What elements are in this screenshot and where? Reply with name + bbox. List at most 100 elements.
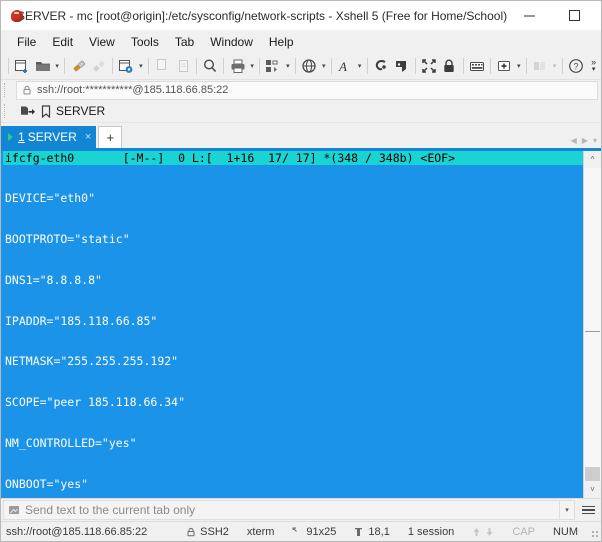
- toolbar-separator: [8, 58, 9, 74]
- editor-line: DNS1="8.8.8.8": [5, 272, 102, 287]
- menu-tab[interactable]: Tab: [167, 32, 202, 52]
- status-transfer: [463, 527, 503, 537]
- menu-file[interactable]: File: [9, 32, 44, 52]
- send-text-input[interactable]: Send text to the current tab only: [3, 500, 560, 520]
- terminal-scrollbar[interactable]: ^ ˅: [583, 151, 601, 498]
- minimize-button[interactable]: [507, 1, 552, 30]
- toolbar-separator: [223, 58, 225, 74]
- toolbar-overflow-chevrons: »: [591, 57, 597, 67]
- send-text-dropdown-icon[interactable]: ▾: [560, 500, 575, 520]
- toolbar-separator: [490, 58, 492, 74]
- menu-window[interactable]: Window: [202, 32, 261, 52]
- toolbar-separator: [295, 58, 297, 74]
- tab-server[interactable]: 1 SERVER ×: [1, 126, 97, 148]
- status-sessions-label: 1 session: [407, 525, 455, 538]
- send-text-placeholder: Send text to the current tab only: [25, 503, 196, 517]
- scroll-down-icon[interactable]: ˅: [584, 481, 601, 498]
- window-title: SERVER - mc [root@origin]:/etc/sysconfig…: [17, 8, 508, 23]
- editor-line: IPADDR="185.118.66.85": [5, 313, 158, 328]
- hamburger-menu-icon[interactable]: [577, 500, 599, 520]
- connect-icon[interactable]: [68, 55, 89, 77]
- scrollbar-thumb[interactable]: [585, 467, 600, 481]
- bookmark-bar-grip[interactable]: [4, 104, 12, 118]
- address-bar-grip[interactable]: [4, 83, 12, 97]
- paste-icon: [173, 55, 194, 77]
- mc-editor-content[interactable]: DEVICE="eth0" BOOTPROTO="static" DNS1="8…: [3, 165, 583, 498]
- keyboard-icon[interactable]: [467, 55, 488, 77]
- tab-prev-icon[interactable]: ◀: [571, 136, 577, 145]
- bookmark-icon: [41, 104, 51, 118]
- lock-icon: [22, 85, 32, 95]
- status-protocol: SSH2: [177, 526, 238, 538]
- scroll-up-icon[interactable]: ^: [584, 151, 601, 168]
- status-num: NUM: [552, 525, 578, 538]
- menu-tools[interactable]: Tools: [123, 32, 167, 52]
- cursor-icon: [355, 527, 363, 536]
- xshell-window: SERVER - mc [root@origin]:/etc/sysconfig…: [0, 0, 602, 542]
- status-bar: ssh://root@185.118.66.85:22 SSH2 xterm 9…: [1, 521, 601, 541]
- session-properties-icon[interactable]: [116, 55, 137, 77]
- tab-close-icon[interactable]: ×: [85, 132, 91, 143]
- lock-icon[interactable]: [439, 55, 460, 77]
- maximize-button[interactable]: [552, 1, 597, 30]
- tab-label: SERVER: [27, 130, 77, 144]
- add-tab-caret-icon[interactable]: ▾: [515, 55, 523, 77]
- scrollbar-track[interactable]: [584, 168, 601, 481]
- toolbar-overflow-icon[interactable]: » ▾: [586, 53, 601, 79]
- editor-line: NETMASK="255.255.255.192": [5, 354, 179, 369]
- arrange-caret-icon: ▾: [552, 63, 557, 70]
- size-icon: [292, 527, 298, 532]
- font-icon[interactable]: A: [335, 55, 356, 77]
- download-arrow-icon: [486, 527, 493, 536]
- upload-arrow-icon: [473, 527, 480, 536]
- status-size: 91x25: [283, 526, 345, 538]
- send-text-bar: Send text to the current tab only ▾: [1, 498, 601, 521]
- resize-grip[interactable]: [587, 526, 599, 538]
- compose-bar-icon[interactable]: [391, 55, 412, 77]
- bookmark-bar: SERVER: [1, 100, 601, 123]
- editor-line: ONBOOT="yes": [5, 476, 89, 491]
- add-tab-icon[interactable]: [494, 55, 515, 77]
- disconnect-icon: [89, 55, 110, 77]
- help-icon[interactable]: ?: [566, 55, 587, 77]
- print-icon[interactable]: [227, 55, 248, 77]
- status-cursor-label: 18,1: [368, 525, 390, 538]
- tunneling-icon[interactable]: [299, 55, 320, 77]
- new-tab-button[interactable]: +: [98, 126, 123, 148]
- status-caps: CAP: [512, 525, 535, 538]
- status-terminal-type: xterm: [238, 526, 284, 538]
- open-session-folder-icon[interactable]: [16, 101, 38, 121]
- menu-view[interactable]: View: [81, 32, 123, 52]
- editor-line: BOOTPROTO="static": [5, 231, 130, 246]
- tab-navigation: ◀ ▶ ▾: [571, 136, 601, 148]
- tab-next-icon[interactable]: ▶: [582, 136, 588, 145]
- title-bar: SERVER - mc [root@origin]:/etc/sysconfig…: [1, 1, 601, 31]
- toolbar-separator: [462, 58, 464, 74]
- tab-list-icon[interactable]: ▾: [593, 136, 597, 145]
- toolbar-separator: [561, 58, 563, 74]
- file-transfer-caret-icon[interactable]: ▾: [284, 55, 292, 77]
- tunneling-caret-icon[interactable]: ▾: [320, 55, 328, 77]
- font-caret-icon[interactable]: ▾: [355, 55, 363, 77]
- print-caret-icon[interactable]: ▾: [248, 55, 256, 77]
- open-session-icon[interactable]: [32, 55, 53, 77]
- address-value: ssh://root:***********@185.118.66.85:22: [37, 84, 229, 96]
- address-input[interactable]: ssh://root:***********@185.118.66.85:22: [16, 80, 598, 100]
- svg-text:A: A: [338, 59, 347, 74]
- tab-strip: 1 SERVER × + ◀ ▶ ▾: [1, 123, 601, 151]
- connected-icon: [8, 133, 13, 141]
- full-screen-icon[interactable]: [419, 55, 440, 77]
- bookmark-item-server[interactable]: SERVER: [38, 103, 110, 119]
- session-properties-caret-icon[interactable]: ▾: [137, 55, 145, 77]
- close-button[interactable]: [597, 1, 602, 30]
- open-session-caret-icon[interactable]: ▾: [53, 55, 61, 77]
- menu-edit[interactable]: Edit: [44, 32, 81, 52]
- find-icon[interactable]: [200, 55, 221, 77]
- new-session-icon[interactable]: [12, 55, 33, 77]
- file-transfer-icon[interactable]: [263, 55, 284, 77]
- clear-screen-icon[interactable]: [371, 55, 392, 77]
- terminal-screen[interactable]: ifcfg-eth0 [-M--] 0 L:[ 1+16 17/ 17] *(3…: [1, 151, 583, 498]
- status-protocol-label: SSH2: [200, 525, 229, 538]
- menu-help[interactable]: Help: [261, 32, 302, 52]
- svg-text:?: ?: [573, 62, 578, 72]
